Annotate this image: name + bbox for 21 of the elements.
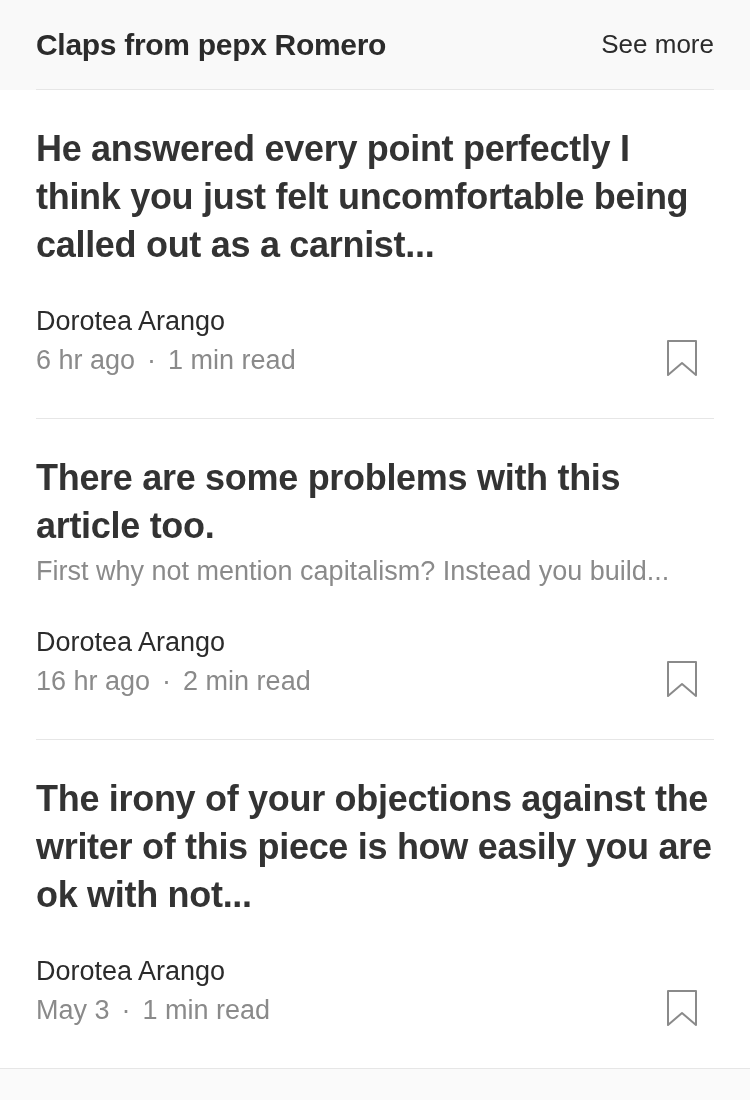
read-time: 1 min read xyxy=(142,994,271,1027)
author-link[interactable]: Dorotea Arango xyxy=(36,623,311,661)
section-title: Claps from pepx Romero xyxy=(36,26,387,63)
bookmark-icon[interactable] xyxy=(667,990,697,1026)
post-time: May 3 xyxy=(36,994,110,1027)
bookmark-icon[interactable] xyxy=(667,661,697,697)
article-snippet: First why not mention capitalism? Instead you build... xyxy=(36,555,671,588)
post-time: 16 hr ago xyxy=(36,665,151,698)
separator-dot: · xyxy=(162,665,172,698)
post-time: 6 hr ago xyxy=(36,344,136,377)
article-title[interactable]: There are some problems with this article too. xyxy=(36,454,714,550)
read-time: 2 min read xyxy=(183,665,311,698)
separator-dot: · xyxy=(121,994,131,1027)
separator-dot: · xyxy=(147,344,157,377)
author-link[interactable]: Dorotea Arango xyxy=(36,952,271,990)
article-title[interactable]: The irony of your objections against the writer of this piece is how easily you are ok with not... xyxy=(36,775,714,919)
article-title[interactable]: He answered every point perfectly I think you just felt uncomfortable being called out as a carnist... xyxy=(36,125,714,269)
bookmark-icon[interactable] xyxy=(667,340,697,376)
see-more-link[interactable]: See more xyxy=(601,25,714,64)
author-link[interactable]: Dorotea Arango xyxy=(36,302,296,340)
read-time: 1 min read xyxy=(168,344,296,377)
